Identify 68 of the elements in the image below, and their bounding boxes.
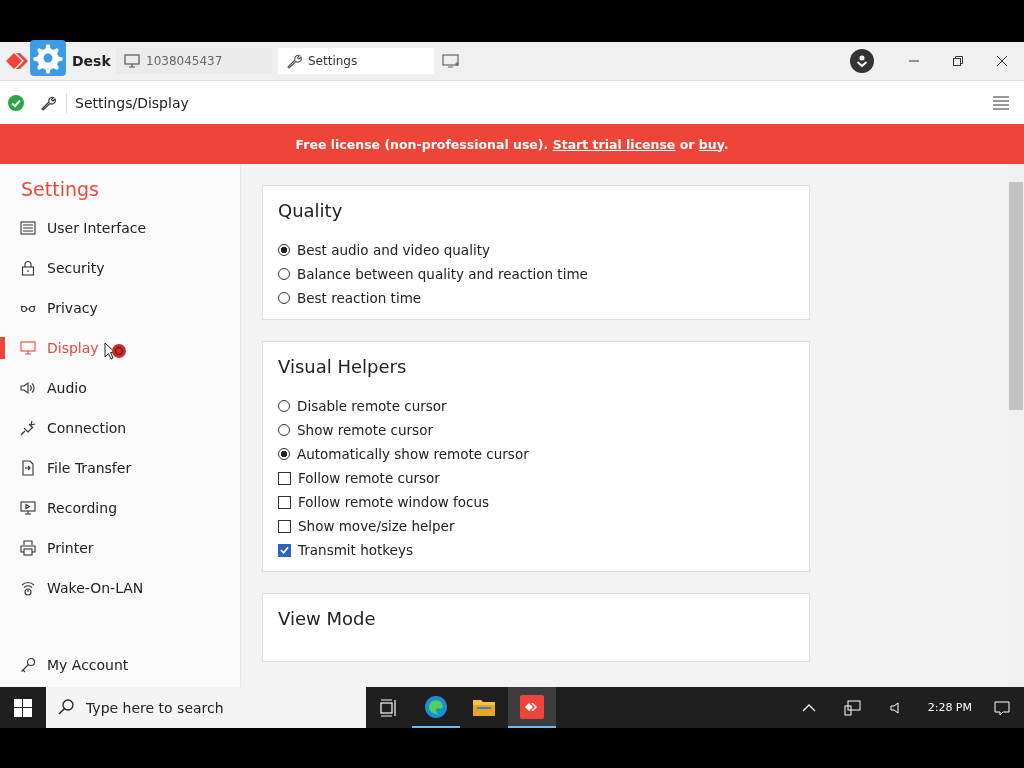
menu-icon[interactable] [992,94,1010,111]
sidebar-item[interactable]: Audio [0,368,240,408]
speaker-icon [20,380,36,396]
download-icon[interactable] [850,49,874,73]
task-view-icon[interactable] [380,698,398,717]
option-label: Follow remote window focus [298,494,490,510]
printer-icon [20,540,36,556]
sidebar-item[interactable]: Printer [0,528,240,568]
chevron-up-icon[interactable] [801,702,816,713]
option-label: Best reaction time [297,290,422,306]
status-ok-icon [8,94,24,111]
section-title: Visual Helpers [278,356,408,377]
search-icon [58,699,74,715]
section-title: Quality [278,200,344,221]
option-label: Show move/size helper [298,518,455,534]
plug-icon [20,420,36,436]
monitor-icon [20,340,36,356]
option-label: Automatically show remote cursor [297,446,529,462]
checkbox[interactable] [278,495,291,509]
trial-link[interactable]: Start trial license [552,136,676,152]
option-label: Best audio and video quality [297,242,490,258]
window-tab[interactable]: Settings [278,48,434,74]
radio-button[interactable] [278,448,290,460]
buy-link[interactable]: buy [698,136,724,152]
section-title: View Mode [278,608,377,629]
option-label: Balance between quality and reaction time [297,266,588,282]
app-name: Desk [72,53,111,69]
sidebar-item[interactable]: Security [0,248,240,288]
gear-icon [30,40,66,76]
network-icon[interactable] [843,699,862,716]
sidebar-item[interactable]: Wake-On-LAN [0,568,240,608]
sidebar-item[interactable]: Privacy [0,288,240,328]
file-icon [20,460,36,476]
window-tab[interactable]: 1038045437 [116,48,272,74]
option-label: Follow remote cursor [298,470,440,486]
list-icon [20,220,36,236]
play-icon [20,500,36,516]
new-session-icon[interactable] [442,53,460,69]
breadcrumb: Settings/Display [75,94,189,111]
option-label: Show remote cursor [297,422,433,438]
start-icon[interactable] [14,698,32,717]
checkbox[interactable] [278,543,291,557]
monitor-icon [124,54,140,68]
close-icon[interactable] [996,55,1008,67]
notifications-icon[interactable] [994,699,1010,716]
radio-button[interactable] [278,244,290,256]
sidebar-item[interactable]: Connection [0,408,240,448]
restore-icon[interactable] [952,55,964,67]
lock-icon [20,260,36,276]
sidebar-item[interactable]: Display [0,328,240,368]
option-label: Transmit hotkeys [298,542,413,558]
sidebar-title: Settings [20,177,100,202]
sidebar-item[interactable]: My Account [0,645,240,685]
remote-app-taskbar-icon[interactable] [508,687,556,728]
key-icon [20,657,36,673]
checkbox[interactable] [278,471,291,485]
sidebar-item[interactable]: File Transfer [0,448,240,488]
wrench-icon[interactable] [40,94,56,111]
cursor-icon [104,342,128,362]
checkbox[interactable] [278,519,291,533]
wireless-icon [20,580,36,596]
option-label: Disable remote cursor [297,398,447,414]
wrench-icon [286,53,302,69]
sidebar-item[interactable]: User Interface [0,208,240,248]
clock[interactable]: 2:28 PM [927,701,972,714]
sidebar-item[interactable]: Recording [0,488,240,528]
taskbar-search-field[interactable]: Type here to search [46,687,366,728]
license-notice: Free license (non-professional use). Start trial license or buy. [295,136,729,152]
